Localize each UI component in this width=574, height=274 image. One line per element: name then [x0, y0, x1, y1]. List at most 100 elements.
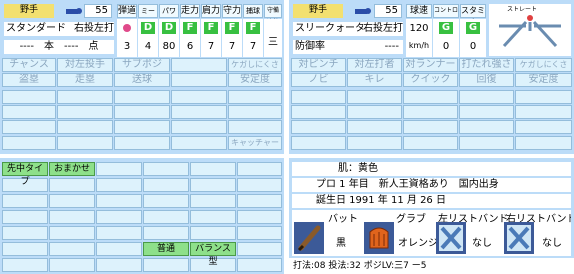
skill-slot[interactable]: [57, 90, 113, 104]
skill-kire[interactable]: キレ: [347, 73, 402, 87]
skill-injury[interactable]: ケガしにくさ: [228, 58, 282, 72]
skill-slot[interactable]: [2, 120, 56, 134]
skill-vs-runner[interactable]: 対ランナー: [403, 58, 458, 72]
skill-stability[interactable]: 安定度: [228, 73, 282, 87]
special-slot[interactable]: [2, 226, 48, 240]
pitcher-skill-slot[interactable]: [515, 136, 572, 150]
skill-slot[interactable]: [57, 136, 113, 150]
skill-vs-pinch[interactable]: 対ピンチ: [291, 58, 346, 72]
pitcher-skill-slot[interactable]: [291, 105, 346, 119]
pitcher-skill-slot[interactable]: [459, 136, 514, 150]
pitcher-skill-slot[interactable]: [291, 136, 346, 150]
special-slot[interactable]: [190, 162, 236, 176]
pitcher-skill-slot[interactable]: [403, 105, 458, 119]
special-slot[interactable]: [96, 194, 142, 208]
skill-baserunning[interactable]: 走塁: [57, 73, 113, 87]
special-slot[interactable]: [237, 162, 282, 176]
special-slot[interactable]: [237, 258, 282, 272]
special-slot[interactable]: [49, 258, 95, 272]
special-slot[interactable]: [2, 194, 48, 208]
special-slot[interactable]: [237, 210, 282, 224]
special-slot[interactable]: [237, 226, 282, 240]
pitcher-skill-slot[interactable]: [515, 90, 572, 104]
skill-empty-1[interactable]: [171, 58, 227, 72]
pitcher-skill-slot[interactable]: [291, 120, 346, 134]
tag-closer-type[interactable]: 先中タイプ: [2, 162, 48, 187]
skill-slot[interactable]: [2, 105, 56, 119]
pitcher-skill-slot[interactable]: [347, 90, 402, 104]
skill-catcher[interactable]: キャッチャー: [228, 136, 282, 150]
pitcher-skill-slot[interactable]: [459, 105, 514, 119]
pitcher-skill-slot[interactable]: [459, 90, 514, 104]
pitcher-skill-slot[interactable]: [515, 105, 572, 119]
skill-slot[interactable]: [114, 136, 170, 150]
special-slot[interactable]: [190, 178, 236, 192]
right-band-empty-icon[interactable]: [504, 222, 534, 254]
skill-slot[interactable]: [171, 90, 227, 104]
skill-slot[interactable]: [2, 136, 56, 150]
special-slot[interactable]: [143, 194, 189, 208]
skill-pitcher-stability[interactable]: 安定度: [515, 73, 572, 87]
special-slot[interactable]: [96, 162, 142, 176]
pitcher-skill-slot[interactable]: [403, 90, 458, 104]
bat-icon[interactable]: [294, 222, 324, 254]
special-slot[interactable]: [49, 210, 95, 224]
special-slot[interactable]: [237, 194, 282, 208]
skill-pitcher-injury[interactable]: ケガしにくさ: [515, 58, 572, 72]
special-slot[interactable]: [49, 226, 95, 240]
special-slot[interactable]: [96, 178, 142, 192]
special-slot[interactable]: [143, 226, 189, 240]
skill-slot[interactable]: [114, 105, 170, 119]
skill-sub-position[interactable]: サブポジ: [114, 58, 170, 72]
special-slot[interactable]: [96, 242, 142, 256]
skill-slot[interactable]: [2, 90, 56, 104]
pitcher-skill-slot[interactable]: [347, 136, 402, 150]
pitcher-skill-slot[interactable]: [403, 120, 458, 134]
special-slot[interactable]: [96, 210, 142, 224]
special-slot[interactable]: [2, 242, 48, 256]
skill-empty-2[interactable]: [171, 73, 227, 87]
special-slot[interactable]: [143, 178, 189, 192]
skill-slot[interactable]: [228, 105, 282, 119]
pitcher-skill-slot[interactable]: [347, 105, 402, 119]
tag-balance[interactable]: バランス型: [190, 242, 236, 267]
skill-slot[interactable]: [228, 90, 282, 104]
special-slot[interactable]: [96, 258, 142, 272]
skill-quick[interactable]: クイック: [403, 73, 458, 87]
pitcher-skill-slot[interactable]: [347, 120, 402, 134]
special-slot[interactable]: [49, 194, 95, 208]
pitcher-skill-slot[interactable]: [515, 120, 572, 134]
tag-omakase[interactable]: おまかせ: [49, 162, 95, 176]
special-slot[interactable]: [2, 258, 48, 272]
special-slot[interactable]: [2, 210, 48, 224]
skill-slot[interactable]: [171, 105, 227, 119]
skill-slot[interactable]: [171, 136, 227, 150]
skill-nobi[interactable]: ノビ: [291, 73, 346, 87]
special-slot[interactable]: [237, 242, 282, 256]
special-slot[interactable]: [190, 194, 236, 208]
skill-vs-lefty[interactable]: 対左投手: [57, 58, 113, 72]
skill-chance[interactable]: チャンス: [2, 58, 56, 72]
special-slot[interactable]: [190, 210, 236, 224]
glove-icon[interactable]: [364, 222, 394, 254]
skill-steal[interactable]: 盗塁: [2, 73, 56, 87]
skill-slot[interactable]: [57, 105, 113, 119]
skill-slot[interactable]: [228, 120, 282, 134]
pitcher-skill-slot[interactable]: [459, 120, 514, 134]
pitcher-skill-slot[interactable]: [291, 90, 346, 104]
skill-slot[interactable]: [114, 90, 170, 104]
skill-throwing[interactable]: 送球: [114, 73, 170, 87]
tag-normal[interactable]: 普通: [143, 242, 189, 256]
skill-slot[interactable]: [114, 120, 170, 134]
special-slot[interactable]: [190, 226, 236, 240]
special-slot[interactable]: [49, 242, 95, 256]
special-slot[interactable]: [96, 226, 142, 240]
skill-slot[interactable]: [171, 120, 227, 134]
left-band-empty-icon[interactable]: [436, 222, 466, 254]
skill-vs-left-batter[interactable]: 対左打者: [347, 58, 402, 72]
skill-slot[interactable]: [57, 120, 113, 134]
skill-recovery[interactable]: 回復: [459, 73, 514, 87]
pitcher-skill-slot[interactable]: [403, 136, 458, 150]
special-slot[interactable]: [143, 162, 189, 176]
skill-resilience[interactable]: 打たれ強さ: [459, 58, 514, 72]
